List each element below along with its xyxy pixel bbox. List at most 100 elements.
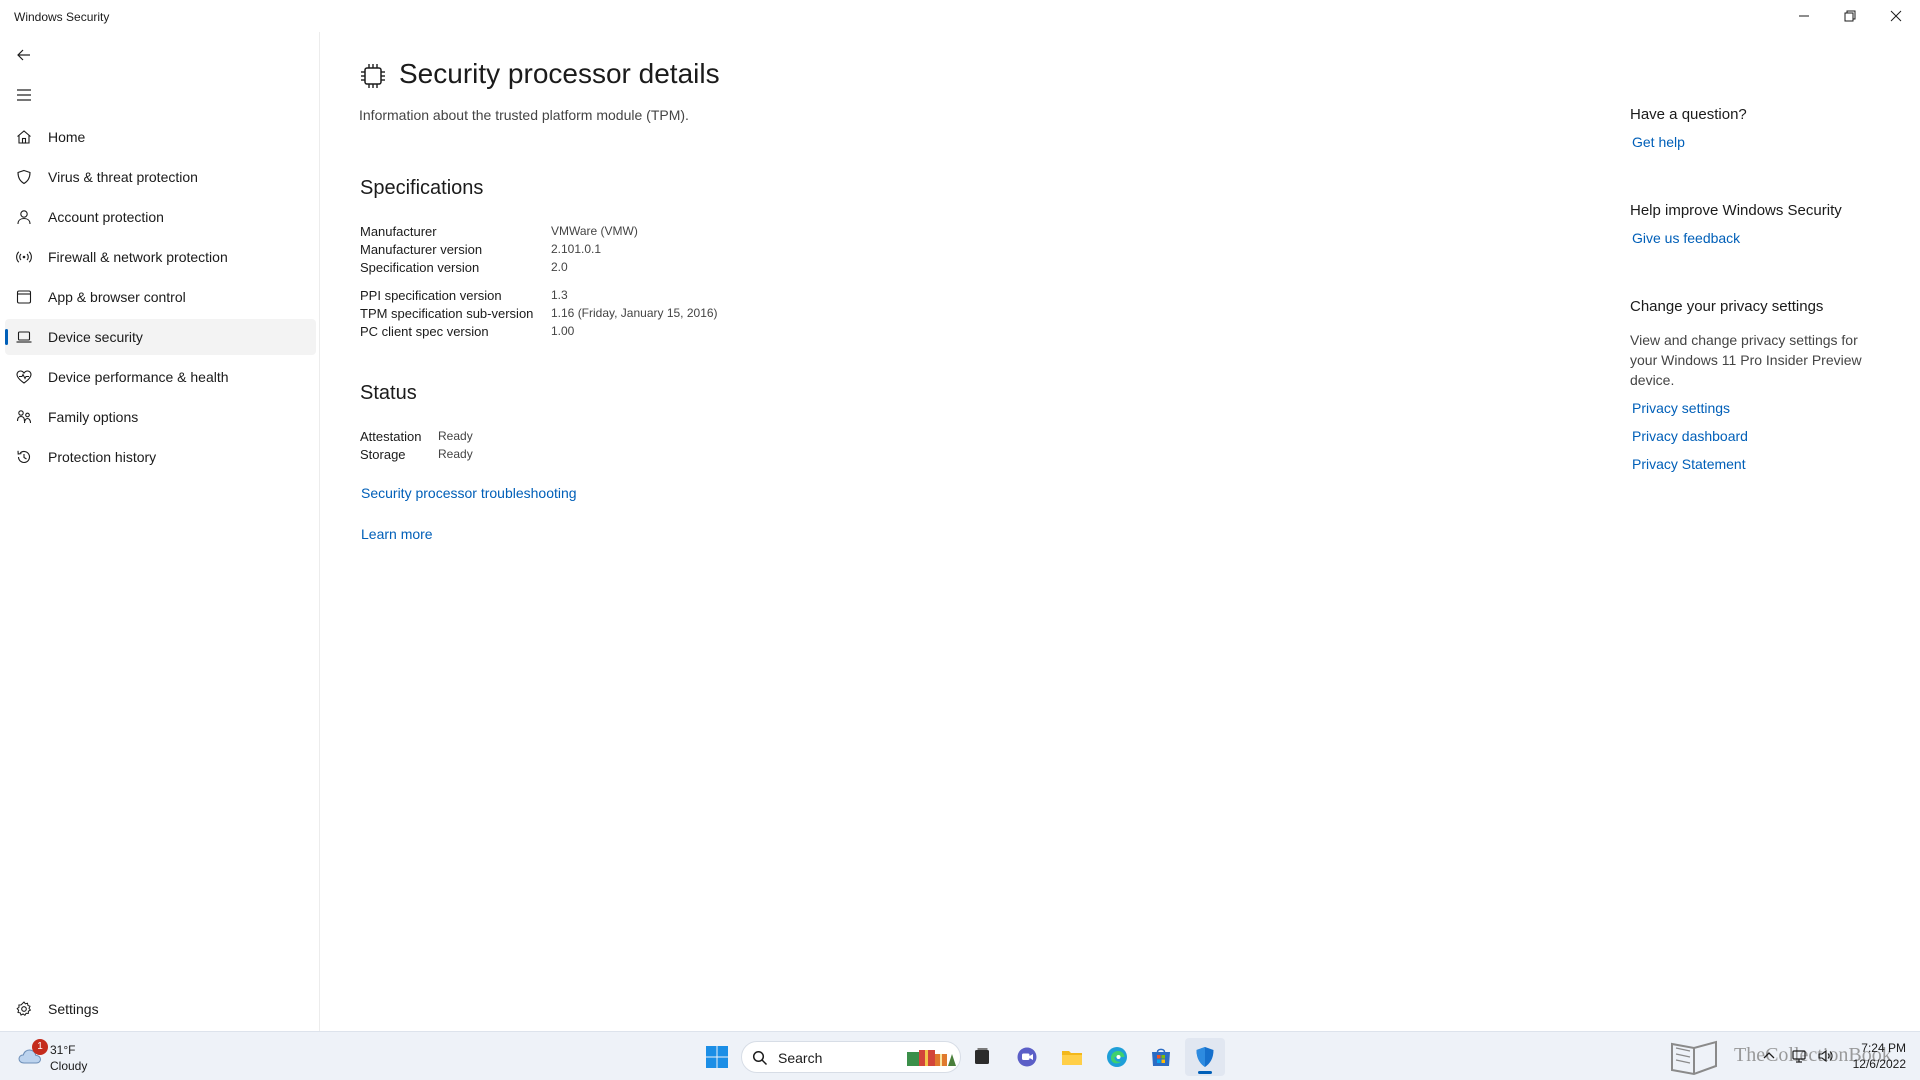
shield-icon — [16, 169, 32, 185]
sidebar-item-settings[interactable]: Settings — [5, 991, 316, 1027]
sidebar-item-label: Family options — [48, 409, 139, 425]
hamburger-icon — [17, 89, 31, 101]
gear-icon — [16, 1001, 32, 1017]
status-label-storage: Storage — [360, 447, 406, 462]
edge-icon — [1107, 1047, 1127, 1067]
chip-icon — [359, 62, 387, 90]
have-a-question-heading: Have a question? — [1630, 106, 1747, 123]
sidebar-item-virus-threat-protection[interactable]: Virus & threat protection — [5, 159, 316, 195]
help-improve-heading: Help improve Windows Security — [1630, 202, 1842, 219]
task-view-icon — [975, 1048, 989, 1064]
get-help-link[interactable]: Get help — [1632, 133, 1685, 151]
sidebar-item-protection-history[interactable]: Protection history — [5, 439, 316, 475]
windows-logo-icon — [706, 1046, 728, 1068]
search-icon — [752, 1050, 768, 1066]
privacy-settings-heading: Change your privacy settings — [1630, 298, 1824, 315]
privacy-settings-link[interactable]: Privacy settings — [1632, 399, 1730, 417]
sidebar-item-account-protection[interactable]: Account protection — [5, 199, 316, 235]
weather-condition: Cloudy — [50, 1059, 88, 1073]
security-processor-troubleshooting-link[interactable]: Security processor troubleshooting — [361, 484, 577, 502]
teams-chat-button[interactable] — [1007, 1038, 1047, 1076]
home-icon — [16, 129, 32, 145]
spec-label-tpm-specification-sub-version: TPM specification sub-version — [360, 306, 534, 321]
task-view-button[interactable] — [962, 1038, 1002, 1076]
main-content: Security processor details Information a… — [321, 32, 1920, 1031]
sidebar: Home Virus & threat protection Account p… — [0, 32, 320, 1031]
family-icon — [16, 409, 32, 425]
edge-browser-button[interactable] — [1097, 1038, 1137, 1076]
spec-label-specification-version: Specification version — [360, 260, 480, 275]
title-bar: Windows Security — [0, 0, 1920, 32]
heart-pulse-icon — [16, 369, 32, 385]
sidebar-item-device-security[interactable]: Device security — [5, 319, 316, 355]
spec-label-pc-client-spec-version: PC client spec version — [360, 324, 489, 339]
search-highlight-gifts-icon — [907, 1050, 956, 1066]
sidebar-item-home[interactable]: Home — [5, 119, 316, 155]
menu-button[interactable] — [10, 81, 38, 109]
wireless-icon — [16, 249, 32, 265]
spec-value-pc-client-spec-version: 1.00 — [551, 324, 575, 338]
taskbar-search-box[interactable]: Search — [741, 1041, 961, 1073]
spec-value-ppi-specification-version: 1.3 — [551, 288, 568, 302]
book-logo-icon — [1671, 1040, 1717, 1076]
clock-time: 7:24 PM — [1861, 1041, 1906, 1055]
sidebar-item-app-browser-control[interactable]: App & browser control — [5, 279, 316, 315]
give-feedback-link[interactable]: Give us feedback — [1632, 229, 1740, 247]
spec-label-manufacturer-version: Manufacturer version — [360, 242, 483, 257]
microsoft-store-button[interactable] — [1141, 1038, 1181, 1076]
learn-more-link[interactable]: Learn more — [361, 525, 433, 543]
minimize-icon — [1799, 15, 1809, 17]
search-label: Search — [778, 1050, 823, 1066]
person-icon — [16, 209, 32, 225]
specifications-heading: Specifications — [360, 177, 484, 199]
taskbar: 1 31°F Cloudy Search TheCollectionBook 7… — [0, 1031, 1920, 1080]
privacy-dashboard-link[interactable]: Privacy dashboard — [1632, 427, 1748, 445]
spec-value-tpm-specification-sub-version: 1.16 (Friday, January 15, 2016) — [551, 306, 718, 320]
defender-shield-icon — [1196, 1047, 1214, 1067]
spec-label-manufacturer: Manufacturer — [360, 224, 437, 239]
system-clock[interactable]: 7:24 PM 12/6/2022 — [1853, 1040, 1906, 1072]
selected-indicator — [5, 329, 8, 345]
minimize-button[interactable] — [1781, 0, 1827, 32]
sidebar-item-firewall-network-protection[interactable]: Firewall & network protection — [5, 239, 316, 275]
privacy-statement-link[interactable]: Privacy Statement — [1632, 455, 1746, 473]
sidebar-item-label: App & browser control — [48, 289, 186, 305]
back-button[interactable] — [10, 41, 38, 69]
spec-value-manufacturer-version: 2.101.0.1 — [551, 242, 602, 256]
spec-value-manufacturer: VMWare (VMW) — [551, 224, 638, 238]
status-heading: Status — [360, 382, 417, 404]
restore-button[interactable] — [1827, 0, 1873, 32]
sidebar-item-label: Device performance & health — [48, 369, 229, 385]
back-arrow-icon — [17, 49, 30, 61]
volume-icon[interactable] — [1817, 1048, 1833, 1064]
start-button[interactable] — [697, 1038, 737, 1076]
sidebar-item-family-options[interactable]: Family options — [5, 399, 316, 435]
status-label-attestation: Attestation — [360, 429, 422, 444]
network-icon[interactable] — [1791, 1048, 1807, 1064]
sidebar-item-label: Account protection — [48, 209, 164, 225]
file-explorer-button[interactable] — [1052, 1038, 1092, 1076]
sidebar-item-label: Home — [48, 129, 86, 145]
spec-label-ppi-specification-version: PPI specification version — [360, 288, 502, 303]
store-icon — [1152, 1048, 1170, 1066]
close-icon — [1890, 10, 1902, 22]
sidebar-item-label: Device security — [48, 329, 143, 345]
page-subtitle: Information about the trusted platform m… — [359, 107, 689, 123]
windows-security-taskbar-button[interactable] — [1185, 1038, 1225, 1076]
sidebar-item-label: Virus & threat protection — [48, 169, 198, 185]
restore-icon — [1844, 10, 1856, 22]
sidebar-item-device-performance-health[interactable]: Device performance & health — [5, 359, 316, 395]
clock-date: 12/6/2022 — [1852, 1057, 1906, 1071]
app-title: Windows Security — [14, 10, 110, 24]
page-title: Security processor details — [399, 58, 720, 89]
weather-widget[interactable]: 1 31°F Cloudy — [14, 1039, 104, 1075]
sidebar-item-label: Protection history — [48, 449, 157, 465]
close-button[interactable] — [1873, 0, 1919, 32]
app-window-icon — [16, 289, 32, 305]
chat-icon — [1017, 1047, 1037, 1067]
weather-temperature: 31°F — [50, 1043, 76, 1057]
status-value-storage: Ready — [438, 447, 473, 461]
status-value-attestation: Ready — [438, 429, 473, 443]
chevron-up-icon[interactable] — [1761, 1048, 1777, 1064]
sidebar-item-label: Settings — [48, 1001, 99, 1017]
